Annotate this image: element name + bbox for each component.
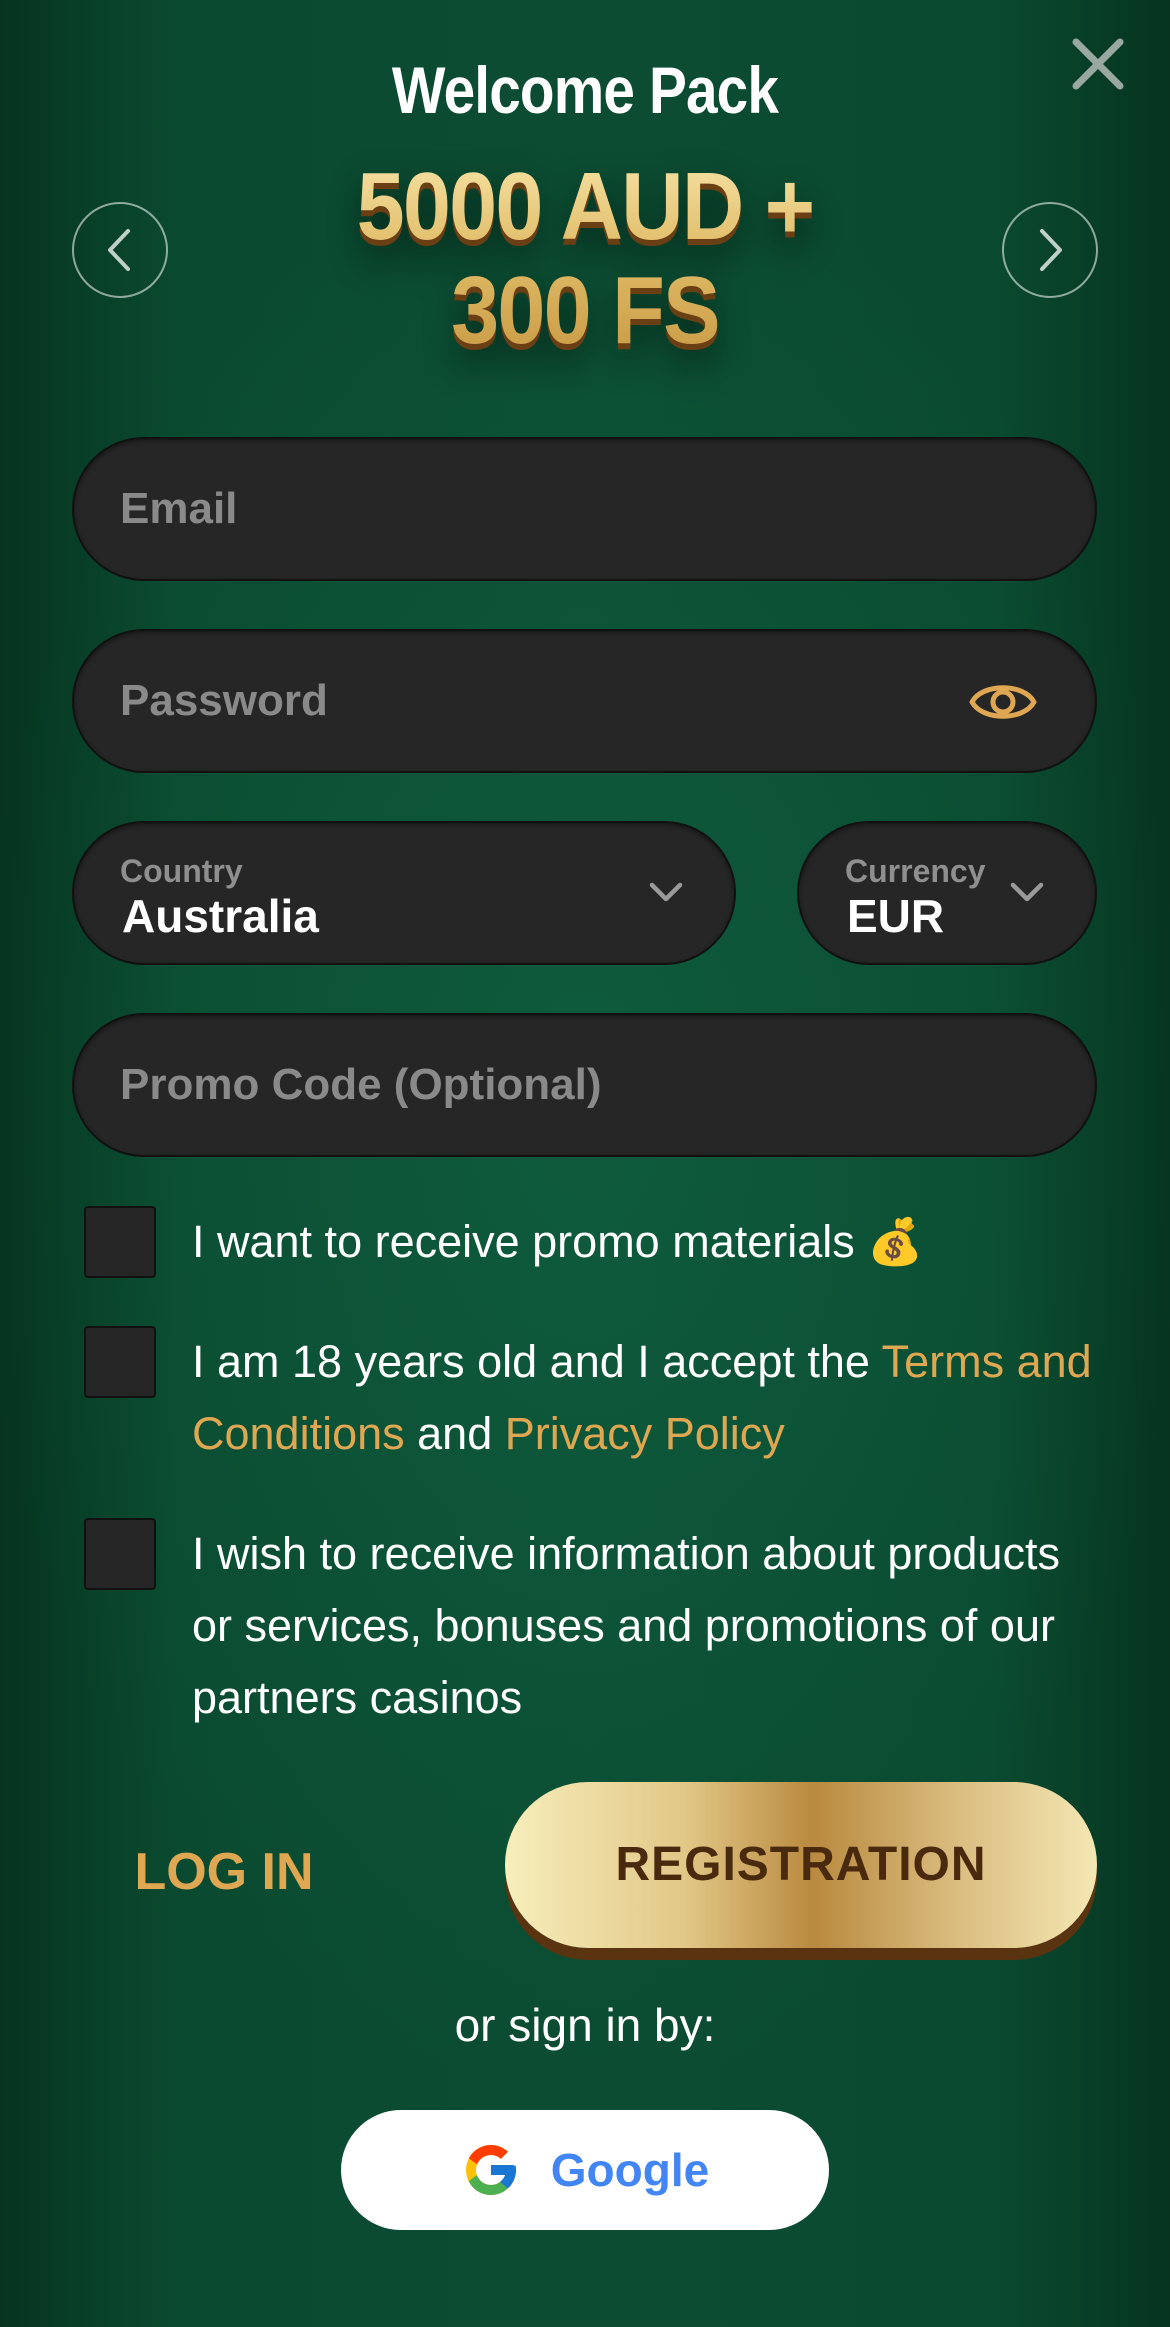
promo-code-field[interactable] — [120, 1015, 937, 1155]
login-button[interactable]: LOG IN — [96, 1822, 352, 1922]
promo-code-field-container — [72, 1013, 1097, 1157]
currency-select[interactable]: Currency EUR — [797, 821, 1097, 965]
and-text: and — [404, 1408, 505, 1459]
or-sign-in-text: or sign in by: — [454, 1999, 716, 2051]
partners-info-checkbox[interactable] — [84, 1518, 156, 1590]
chevron-down-icon — [1010, 882, 1044, 902]
bonus-line-2: 300 FS — [451, 257, 719, 364]
country-label: Country — [120, 853, 243, 889]
currency-value: EUR — [847, 890, 945, 942]
age-terms-checkbox[interactable] — [84, 1326, 156, 1398]
email-field[interactable] — [120, 439, 937, 579]
chevron-right-icon — [1040, 229, 1062, 271]
email-field-container — [72, 437, 1097, 581]
age-terms-label: I am 18 years old and I accept the Terms… — [192, 1326, 1097, 1470]
next-offer-button[interactable] — [1002, 202, 1098, 298]
chevron-left-icon — [108, 229, 130, 271]
bonus-line-1: 5000 AUD + — [356, 153, 814, 260]
registration-button[interactable]: REGISTRATION — [505, 1782, 1097, 1948]
country-select[interactable]: Country Australia — [72, 821, 736, 965]
promo-materials-checkbox[interactable] — [84, 1206, 156, 1278]
privacy-policy-link[interactable]: Privacy Policy — [505, 1408, 785, 1459]
country-value: Australia — [122, 890, 319, 942]
promo-materials-label: I want to receive promo materials 💰 — [192, 1216, 924, 1267]
google-icon — [465, 2145, 516, 2195]
partners-info-label: I wish to receive information about prod… — [192, 1528, 1060, 1723]
password-field[interactable] — [120, 631, 937, 771]
bonus-headline: 5000 AUD + 300 FS — [59, 155, 1112, 363]
google-label: Google — [550, 2144, 710, 2196]
eye-icon[interactable] — [968, 671, 1038, 733]
chevron-down-icon — [649, 882, 683, 902]
age-terms-text: I am 18 years old and I accept the — [192, 1336, 882, 1387]
welcome-title: Welcome Pack — [391, 53, 779, 127]
password-field-container — [72, 629, 1097, 773]
google-sign-in-button[interactable]: Google — [341, 2110, 829, 2230]
previous-offer-button[interactable] — [72, 202, 168, 298]
currency-label: Currency — [845, 853, 986, 889]
